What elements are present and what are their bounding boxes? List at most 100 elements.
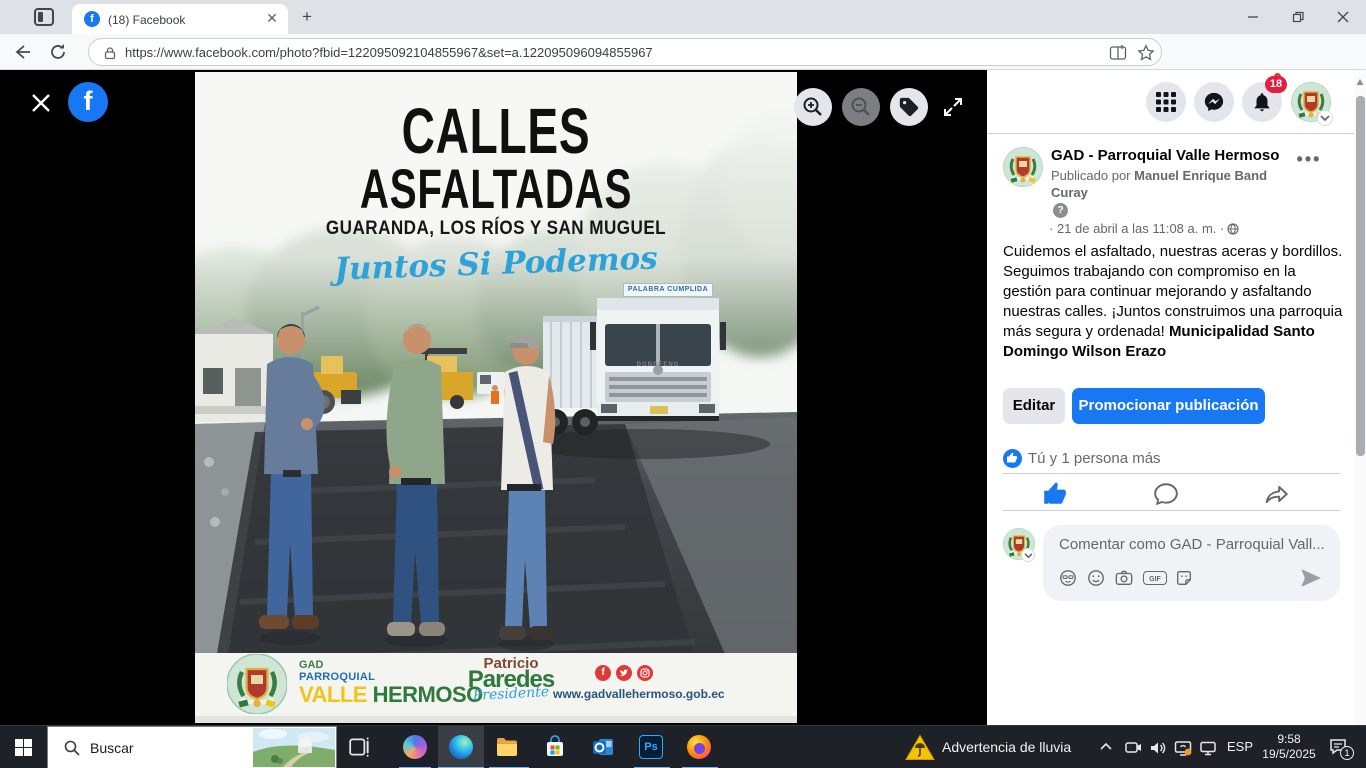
tray-language-indicator[interactable]: ESP (1222, 739, 1258, 754)
task-view-button[interactable] (337, 726, 383, 768)
comment-bubble-icon (1153, 481, 1179, 507)
tab-actions-icon[interactable] (34, 8, 54, 26)
account-chevron-badge (1317, 110, 1333, 126)
zoom-out-icon (850, 96, 872, 118)
close-x-icon (30, 92, 52, 114)
post-photo[interactable]: CALLES ASFALTADAS GUARANDA, LOS RÍOS Y S… (195, 72, 797, 723)
notification-count-badge: 18 (1265, 76, 1287, 93)
apps-menu-button[interactable] (1146, 82, 1186, 122)
poster-subtitle: GUARANDA, LOS RÍOS Y SAN MUGUEL (326, 218, 666, 240)
microsoft-store-icon (543, 735, 567, 759)
viewer-close-button[interactable] (30, 92, 52, 114)
windows-logo-icon (15, 739, 32, 756)
edit-button[interactable]: Editar (1003, 388, 1065, 424)
rain-warning-icon (905, 734, 935, 761)
like-reaction-icon[interactable] (1003, 449, 1022, 468)
zoom-out-button[interactable] (842, 88, 880, 126)
favorite-star-icon[interactable] (1137, 44, 1155, 62)
messenger-button[interactable] (1194, 82, 1234, 122)
taskbar-explorer-button[interactable] (484, 726, 530, 768)
new-tab-button[interactable]: + (298, 8, 316, 26)
screen: f (18) Facebook ✕ + https://www.facebook… (0, 0, 1366, 768)
browser-tab-strip: f (18) Facebook ✕ + (0, 0, 1366, 34)
window-close-button[interactable] (1320, 0, 1365, 33)
gad-crest-logo (227, 654, 287, 714)
gif-icon[interactable]: GIF (1143, 571, 1167, 585)
likes-summary-text[interactable]: Tú y 1 persona más (1028, 450, 1161, 467)
share-arrow-icon (1264, 481, 1290, 507)
post-author-avatar[interactable] (1003, 147, 1043, 187)
comment-button[interactable] (1153, 481, 1179, 507)
globe-privacy-icon (1227, 223, 1239, 235)
search-placeholder: Buscar (90, 740, 134, 756)
back-button[interactable] (12, 42, 32, 62)
taskbar-edge-button[interactable] (438, 726, 484, 768)
like-button[interactable] (1042, 481, 1068, 507)
post-published-by: Publicado por Manuel Enrique Band Curay (1051, 167, 1301, 201)
truck-brand-text: DONGFENG (597, 362, 719, 368)
photoshop-icon: Ps (639, 735, 663, 759)
start-button[interactable] (0, 726, 47, 768)
refresh-button[interactable] (48, 42, 68, 62)
header-divider (987, 133, 1354, 134)
post-timestamp[interactable]: · 21 de abril a las 11:08 a. m. · (1049, 221, 1239, 236)
firefox-icon (687, 735, 711, 759)
taskbar-outlook-button[interactable] (580, 726, 626, 768)
sticker-icon[interactable] (1175, 569, 1193, 587)
browser-tab-facebook[interactable]: f (18) Facebook ✕ (72, 4, 288, 34)
avatar-sticker-icon[interactable] (1059, 569, 1077, 587)
tray-volume-icon[interactable] (1149, 739, 1167, 757)
promote-post-button[interactable]: Promocionar publicación (1072, 388, 1265, 424)
window-minimize-button[interactable] (1230, 0, 1275, 33)
taskbar-copilot-button[interactable] (392, 726, 438, 768)
share-button[interactable] (1264, 481, 1290, 507)
tag-photo-button[interactable] (890, 88, 928, 126)
post-author-name[interactable]: GAD - Parroquial Valle Hermoso (1051, 147, 1279, 164)
clock-time: 9:58 (1258, 732, 1320, 747)
likes-divider (1003, 473, 1340, 474)
outlook-icon (591, 735, 615, 759)
taskbar-photoshop-button[interactable]: Ps (628, 726, 674, 768)
action-center-button[interactable]: 1 (1328, 736, 1354, 760)
search-icon (64, 740, 80, 756)
copilot-app-icon (403, 735, 427, 759)
split-screen-icon[interactable] (1109, 44, 1127, 62)
weather-alert-button[interactable] (905, 734, 935, 761)
truck-banner-text: PALABRA CUMPLIDA (623, 283, 713, 297)
camera-icon[interactable] (1115, 569, 1133, 587)
tray-clock[interactable]: 9:58 19/5/2025 (1258, 732, 1320, 762)
window-maximize-button[interactable] (1275, 0, 1320, 33)
zoom-in-icon (802, 96, 824, 118)
composer-avatar-chevron[interactable] (1021, 548, 1035, 562)
page-scrollbar[interactable] (1354, 70, 1366, 725)
emoji-icon[interactable] (1087, 569, 1105, 587)
question-badge-icon[interactable]: ? (1053, 203, 1068, 218)
scrollbar-up-arrow[interactable] (1356, 78, 1364, 86)
comment-input[interactable]: Comentar como GAD - Parroquial Vall... G… (1043, 525, 1340, 601)
fullscreen-button[interactable] (941, 95, 965, 119)
address-bar[interactable]: https://www.facebook.com/photo?fbid=1220… (88, 38, 1162, 66)
post-options-button[interactable]: ••• (1293, 152, 1325, 176)
weather-alert-text[interactable]: Advertencia de lluvia (942, 739, 1071, 755)
tray-network-icon[interactable] (1199, 739, 1217, 757)
tray-cast-icon[interactable] (1174, 739, 1192, 757)
taskbar-firefox-button[interactable] (676, 726, 722, 768)
zoom-in-button[interactable] (794, 88, 832, 126)
bing-daily-image[interactable] (253, 728, 335, 767)
send-comment-icon[interactable] (1301, 569, 1321, 587)
taskbar-search-box[interactable]: Buscar (47, 726, 337, 768)
file-explorer-icon (495, 735, 519, 759)
tray-meet-now-icon[interactable] (1124, 739, 1142, 757)
like-thumb-icon (1042, 481, 1068, 507)
president-block: Patricio Paredes Presidente (453, 656, 569, 701)
scrollbar-thumb[interactable] (1356, 96, 1365, 456)
tray-chevron-up-icon[interactable] (1098, 739, 1116, 757)
actions-divider (1003, 510, 1340, 511)
back-icon (12, 42, 32, 62)
facebook-logo[interactable]: f (68, 82, 108, 122)
tab-close-icon[interactable]: ✕ (264, 11, 280, 27)
task-view-icon (348, 735, 372, 759)
taskbar-store-button[interactable] (532, 726, 578, 768)
expand-icon (941, 95, 965, 119)
small-truck (477, 372, 505, 394)
